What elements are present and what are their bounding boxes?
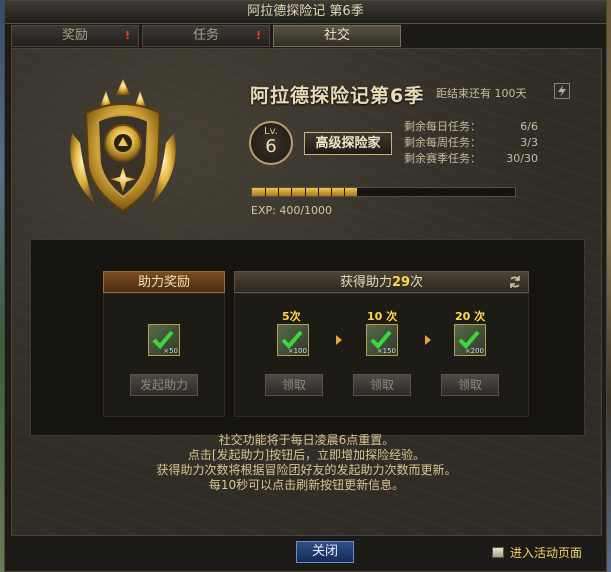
- exp-bar-segment: [357, 188, 359, 196]
- season-window: 阿拉德探险记 第6季 奖励 ! 任务 ! 社交 阿拉德探险记第6季 距结束还有 …: [4, 0, 607, 572]
- refresh-icon[interactable]: [508, 275, 522, 289]
- tab-tasks[interactable]: 任务 !: [142, 25, 270, 47]
- item-quantity: ×50: [163, 347, 178, 355]
- gained-suffix: 次: [410, 275, 424, 290]
- tab-rewards[interactable]: 奖励 !: [11, 25, 139, 47]
- stat-label: 剩余每日任务：: [404, 120, 481, 133]
- stat-value: 3/3: [520, 136, 538, 149]
- info-line: 点击[发起助力]按钮后，立即增加探险经验。: [187, 448, 426, 462]
- exp-bar-segment: [475, 188, 477, 196]
- item-quantity: ×150: [376, 347, 396, 355]
- arrow-right-icon: [336, 335, 342, 345]
- tier-count: 5次: [282, 310, 301, 323]
- start-assist-button[interactable]: 发起助力: [130, 374, 198, 396]
- close-button[interactable]: 关闭: [296, 541, 354, 563]
- reward-item[interactable]: ×150: [366, 324, 398, 356]
- remaining-tasks: 剩余每日任务： 6/6 剩余每周任务： 3/3 剩余赛季任务： 30/30: [404, 119, 538, 167]
- claim-button-20[interactable]: 领取: [441, 374, 499, 396]
- exp-bar-segment: [383, 188, 385, 196]
- stat-label: 剩余赛季任务：: [404, 152, 481, 165]
- season-emblem-icon: [70, 79, 176, 213]
- reward-item[interactable]: ×100: [277, 324, 309, 356]
- season-title: 阿拉德探险记第6季: [250, 85, 425, 107]
- assist-reward-header: 助力奖励: [103, 271, 225, 293]
- page-icon: [492, 547, 504, 558]
- item-quantity: ×200: [464, 347, 484, 355]
- exp-bar-segment: [344, 188, 346, 196]
- stat-label: 剩余每周任务：: [404, 136, 481, 149]
- tab-rewards-label: 奖励: [61, 28, 88, 43]
- lightning-icon: [554, 83, 570, 99]
- assist-tiers-box: 5次 ×100 10 次 ×150 20 次 ×200 领取 领取 领取: [234, 293, 529, 417]
- exp-bar-segment: [291, 188, 293, 196]
- stat-row: 剩余赛季任务： 30/30: [404, 151, 538, 167]
- claim-button-10[interactable]: 领取: [353, 374, 411, 396]
- exp-bar-segment: [436, 188, 438, 196]
- tab-social[interactable]: 社交: [273, 25, 401, 47]
- remaining-time: 距结束还有 100天: [436, 87, 527, 100]
- tier-count: 10 次: [367, 310, 398, 323]
- level-badge: Lv. 6: [249, 121, 293, 165]
- tab-bar: 奖励 ! 任务 ! 社交: [11, 25, 401, 47]
- exp-bar-segment: [265, 188, 267, 196]
- tab-tasks-label: 任务: [192, 28, 219, 43]
- exp-bar-segment: [330, 188, 332, 196]
- gained-assist-header: 获得助力29次: [234, 271, 529, 293]
- exp-bar-segment: [304, 188, 306, 196]
- alert-icon: !: [255, 29, 262, 42]
- stat-value: 30/30: [506, 152, 538, 165]
- stat-value: 6/6: [520, 120, 538, 133]
- exp-bar-segment: [488, 188, 490, 196]
- exp-bar-segment: [278, 188, 280, 196]
- info-text: 社交功能将于每日凌晨6点重置。 点击[发起助力]按钮后，立即增加探险经验。 获得…: [12, 433, 601, 493]
- reward-item[interactable]: ×200: [454, 324, 486, 356]
- social-panel: 阿拉德探险记第6季 距结束还有 100天 Lv. 6 高级探险家 剩余每日任务：…: [11, 48, 602, 536]
- tab-social-label: 社交: [323, 28, 350, 43]
- tier-count: 20 次: [455, 310, 486, 323]
- stat-row: 剩余每周任务： 3/3: [404, 135, 538, 151]
- exp-bar-segment: [501, 188, 503, 196]
- exp-bar-segment: [409, 188, 411, 196]
- alert-icon: !: [124, 29, 131, 42]
- exp-text: EXP: 400/1000: [251, 204, 333, 217]
- exp-bar-segment: [449, 188, 451, 196]
- arrow-right-icon: [425, 335, 431, 345]
- goto-event-page-link[interactable]: 进入活动页面: [492, 544, 582, 561]
- assist-section: 助力奖励 获得助力29次 ×50 发起助力 5次 ×100 10 次 ×150 …: [30, 239, 585, 436]
- gained-prefix: 获得助力: [339, 275, 392, 290]
- reward-item[interactable]: ×50: [148, 324, 180, 356]
- info-line: 获得助力次数将根据冒险团好友的发起助力次数而更新。: [156, 463, 457, 477]
- exp-bar-segment: [396, 188, 398, 196]
- exp-bar-segment: [370, 188, 372, 196]
- level-value: 6: [265, 136, 277, 157]
- gained-count: 29: [391, 275, 411, 290]
- stat-row: 剩余每日任务： 6/6: [404, 119, 538, 135]
- exp-bar-segment: [317, 188, 319, 196]
- window-title: 阿拉德探险记 第6季: [5, 1, 606, 24]
- exp-bar-segment: [422, 188, 424, 196]
- rank-badge: 高级探险家: [304, 132, 392, 155]
- item-quantity: ×100: [287, 347, 307, 355]
- claim-button-5[interactable]: 领取: [265, 374, 323, 396]
- info-line: 每10秒可以点击刷新按钮更新信息。: [208, 478, 405, 492]
- assist-reward-box: ×50 发起助力: [103, 293, 225, 417]
- exp-bar-segment: [462, 188, 464, 196]
- goto-event-page-label: 进入活动页面: [510, 546, 583, 560]
- info-line: 社交功能将于每日凌晨6点重置。: [218, 433, 395, 447]
- exp-progress-bar: [251, 187, 516, 197]
